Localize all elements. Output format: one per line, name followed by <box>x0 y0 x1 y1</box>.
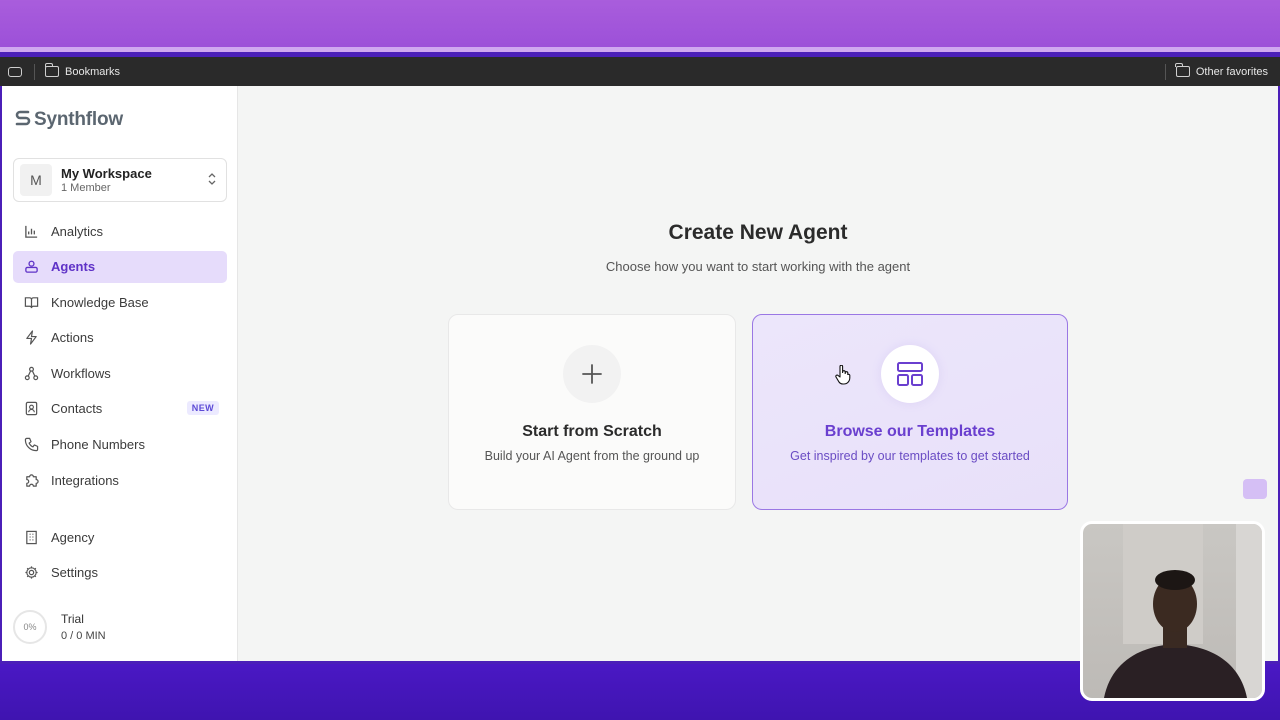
logo[interactable]: Synthflow <box>14 108 123 132</box>
sidebar-item-workflows[interactable]: Workflows <box>13 357 227 389</box>
sidebar-item-contacts[interactable]: Contacts NEW <box>13 393 227 425</box>
workspace-switcher[interactable]: M My Workspace 1 Member <box>13 158 227 202</box>
card-title: Start from Scratch <box>522 423 662 440</box>
sidebar-item-label: Actions <box>51 330 94 346</box>
folder-icon <box>44 63 59 77</box>
sidebar-item-label: Knowledge Base <box>51 294 149 310</box>
puzzle-icon <box>23 472 39 488</box>
sidebar-item-integrations[interactable]: Integrations <box>13 464 227 496</box>
sidebar-item-label: Agents <box>51 259 96 275</box>
trial-minutes: 0 / 0 MIN <box>61 630 106 642</box>
bookmarks-folder[interactable]: Bookmarks <box>65 66 120 78</box>
bar-chart-icon <box>23 223 39 239</box>
card-description: Build your AI Agent from the ground up <box>484 449 700 463</box>
sidebar-item-label: Integrations <box>51 472 119 488</box>
building-icon <box>23 529 39 545</box>
book-icon <box>23 294 39 310</box>
page-subtitle: Choose how you want to start working wit… <box>605 259 911 274</box>
trial-title: Trial <box>61 612 84 626</box>
bookmarks-bar: Bookmarks Other favorites <box>0 57 1280 86</box>
contacts-icon <box>23 401 39 417</box>
divider <box>34 63 35 80</box>
card-title: Browse our Templates <box>824 423 996 440</box>
card-description: Get inspired by our templates to get sta… <box>790 449 1030 463</box>
sidebar-item-actions[interactable]: Actions <box>13 322 227 354</box>
workspace-avatar: M <box>20 164 52 196</box>
sidebar-item-label: Workflows <box>51 365 111 381</box>
page-title: Create New Agent <box>668 221 848 244</box>
plus-icon <box>563 345 621 403</box>
trial-usage[interactable]: 0% Trial 0 / 0 MIN <box>13 610 106 644</box>
sidebar-item-label: Analytics <box>51 223 104 239</box>
folder-icon <box>1175 63 1190 77</box>
sidebar-item-label: Settings <box>51 565 98 581</box>
workflow-icon <box>23 365 39 381</box>
chevron-up-down-icon <box>208 172 216 187</box>
sidebar-item-settings[interactable]: Settings <box>13 557 227 589</box>
sidebar-item-knowledge-base[interactable]: Knowledge Base <box>13 286 227 318</box>
workspace-members: 1 Member <box>61 182 111 194</box>
start-from-scratch-card[interactable]: Start from Scratch Build your AI Agent f… <box>448 314 736 510</box>
logo-text: Synthflow <box>34 109 123 130</box>
gear-icon <box>23 565 39 581</box>
synthflow-logo-icon <box>14 108 32 132</box>
browse-templates-card[interactable]: Browse our Templates Get inspired by our… <box>752 314 1068 510</box>
new-badge: NEW <box>186 400 219 415</box>
layout-template-icon <box>881 345 939 403</box>
tab-actions-icon[interactable] <box>8 66 22 77</box>
sidebar-item-label: Agency <box>51 529 95 545</box>
sidebar-item-label: Contacts <box>51 401 103 417</box>
divider <box>1164 63 1166 80</box>
webcam-overlay <box>1080 521 1265 701</box>
sidebar-item-phone-numbers[interactable]: Phone Numbers <box>13 429 227 461</box>
other-favorites-folder[interactable]: Other favorites <box>1196 66 1268 78</box>
sidebar-item-agents[interactable]: Agents <box>13 250 227 283</box>
agent-icon <box>23 259 39 275</box>
sidebar: Synthflow M My Workspace 1 Member Analyt… <box>2 86 238 661</box>
chat-widget-icon[interactable] <box>1243 479 1267 499</box>
phone-icon <box>23 437 39 453</box>
trial-progress-ring: 0% <box>13 610 47 644</box>
presenter-video <box>1104 570 1247 698</box>
top-background <box>0 0 1280 52</box>
sidebar-item-label: Phone Numbers <box>51 437 145 453</box>
lightning-icon <box>23 330 39 346</box>
sidebar-item-agency[interactable]: Agency <box>13 521 227 553</box>
sidebar-item-analytics[interactable]: Analytics <box>13 215 227 247</box>
sidebar-secondary-nav: Agency Settings <box>13 521 227 592</box>
sidebar-nav: Analytics Agents Knowledge Base Actions <box>13 215 227 500</box>
hand-cursor-icon <box>835 364 851 390</box>
workspace-name: My Workspace <box>61 166 152 181</box>
